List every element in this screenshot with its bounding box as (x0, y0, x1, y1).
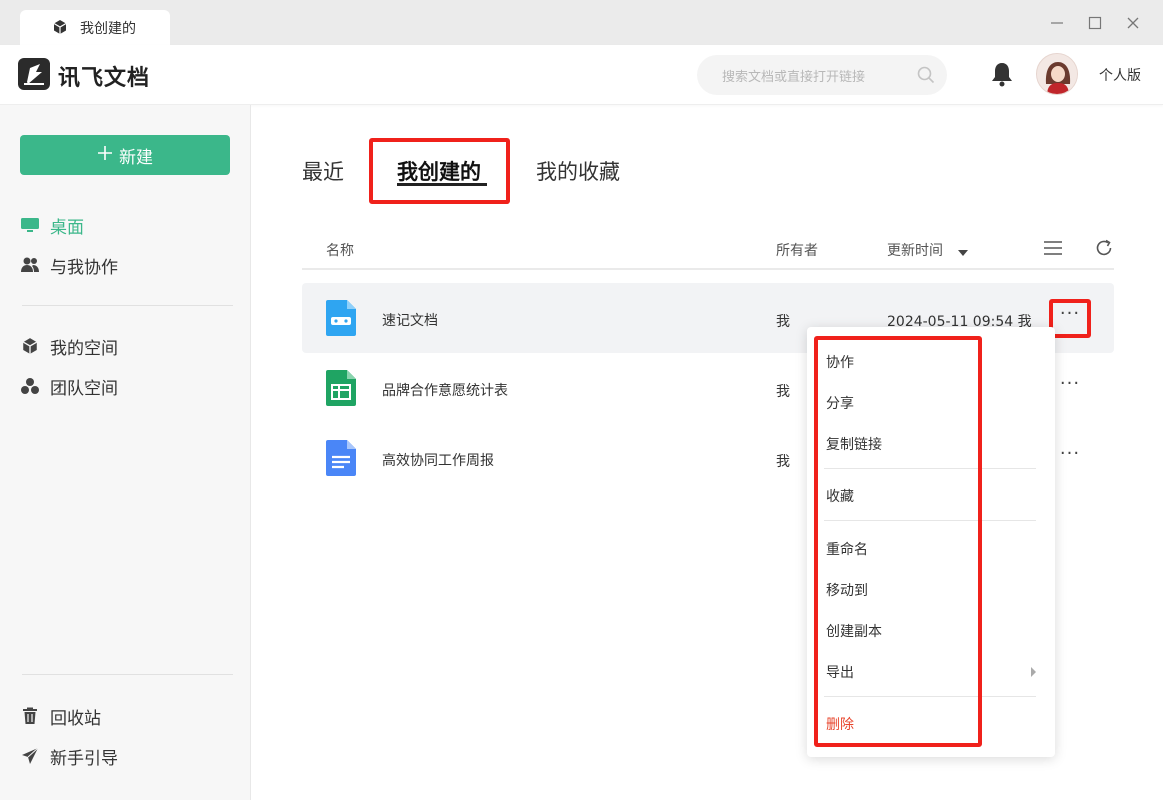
sidebar-item-trash[interactable]: 回收站 (20, 701, 101, 731)
column-updated[interactable]: 更新时间 (887, 240, 943, 260)
sidebar-divider (22, 305, 233, 306)
tab-favorites[interactable]: 我的收藏 (536, 156, 620, 186)
sidebar-item-label: 回收站 (50, 708, 101, 729)
paper-plane-icon (20, 746, 40, 766)
window-tab[interactable]: 我创建的 (20, 10, 170, 45)
sidebar-item-team-space[interactable]: 团队空间 (20, 371, 118, 401)
avatar[interactable] (1036, 53, 1078, 95)
file-name[interactable]: 品牌合作意愿统计表 (382, 380, 508, 400)
list-view-icon[interactable] (1044, 241, 1062, 259)
column-name[interactable]: 名称 (326, 240, 354, 260)
spreadsheet-icon (326, 370, 356, 410)
edition-label[interactable]: 个人版 (1099, 65, 1141, 85)
file-owner: 我 (776, 384, 790, 400)
highlight-box-more (1049, 299, 1091, 338)
sidebar-item-label: 与我协作 (50, 257, 118, 278)
trash-icon (20, 706, 40, 726)
plus-icon (97, 144, 113, 166)
file-name[interactable]: 高效协同工作周报 (382, 450, 494, 470)
app-header: 讯飞文档 搜索文档或直接打开链接 个人版 (0, 45, 1163, 105)
sort-caret-icon[interactable] (958, 244, 968, 260)
search-placeholder: 搜索文档或直接打开链接 (722, 69, 866, 85)
sidebar-item-label: 桌面 (50, 217, 84, 238)
search-input[interactable]: 搜索文档或直接打开链接 (697, 55, 947, 95)
highlight-box-menu (814, 336, 982, 747)
file-owner: 我 (776, 314, 790, 330)
sidebar-item-guide[interactable]: 新手引导 (20, 741, 118, 771)
brand-name: 讯飞文档 (58, 66, 151, 91)
cube-icon (52, 19, 68, 39)
minimize-button[interactable] (1050, 16, 1064, 30)
sidebar-item-collab[interactable]: 与我协作 (20, 250, 118, 280)
table-header: 名称 所有者 更新时间 (302, 230, 1114, 270)
file-name[interactable]: 速记文档 (382, 310, 438, 330)
app-logo (18, 58, 50, 90)
new-button-label: 新建 (119, 147, 153, 168)
shorthand-doc-icon (326, 300, 356, 340)
sidebar-item-my-space[interactable]: 我的空间 (20, 331, 118, 361)
maximize-button[interactable] (1088, 16, 1102, 30)
more-options-button[interactable]: ··· (1058, 445, 1082, 467)
people-icon (20, 255, 40, 275)
cube-icon (20, 336, 40, 356)
document-icon (326, 440, 356, 480)
sidebar-item-label: 团队空间 (50, 378, 118, 399)
search-icon[interactable] (917, 66, 935, 88)
sidebar: 新建 桌面 与我协作 我的空间 团队空间 回收站 新手引导 (0, 105, 251, 800)
new-button[interactable]: 新建 (20, 135, 230, 175)
window-tab-label: 我创建的 (80, 20, 136, 37)
highlight-box-tab (369, 138, 510, 204)
refresh-icon[interactable] (1095, 239, 1113, 261)
sidebar-item-label: 新手引导 (50, 748, 118, 769)
sidebar-item-label: 我的空间 (50, 338, 118, 359)
monitor-icon (20, 215, 40, 235)
more-options-button[interactable]: ··· (1058, 375, 1082, 397)
submenu-arrow-icon (1031, 667, 1036, 677)
title-bar: 我创建的 (0, 0, 1163, 45)
file-owner: 我 (776, 454, 790, 470)
close-button[interactable] (1126, 16, 1140, 30)
column-owner[interactable]: 所有者 (776, 240, 818, 260)
team-icon (20, 376, 40, 396)
sidebar-divider (22, 674, 233, 675)
tab-recent[interactable]: 最近 (302, 156, 344, 186)
sidebar-item-desktop[interactable]: 桌面 (20, 210, 84, 240)
bell-icon[interactable] (990, 61, 1014, 91)
